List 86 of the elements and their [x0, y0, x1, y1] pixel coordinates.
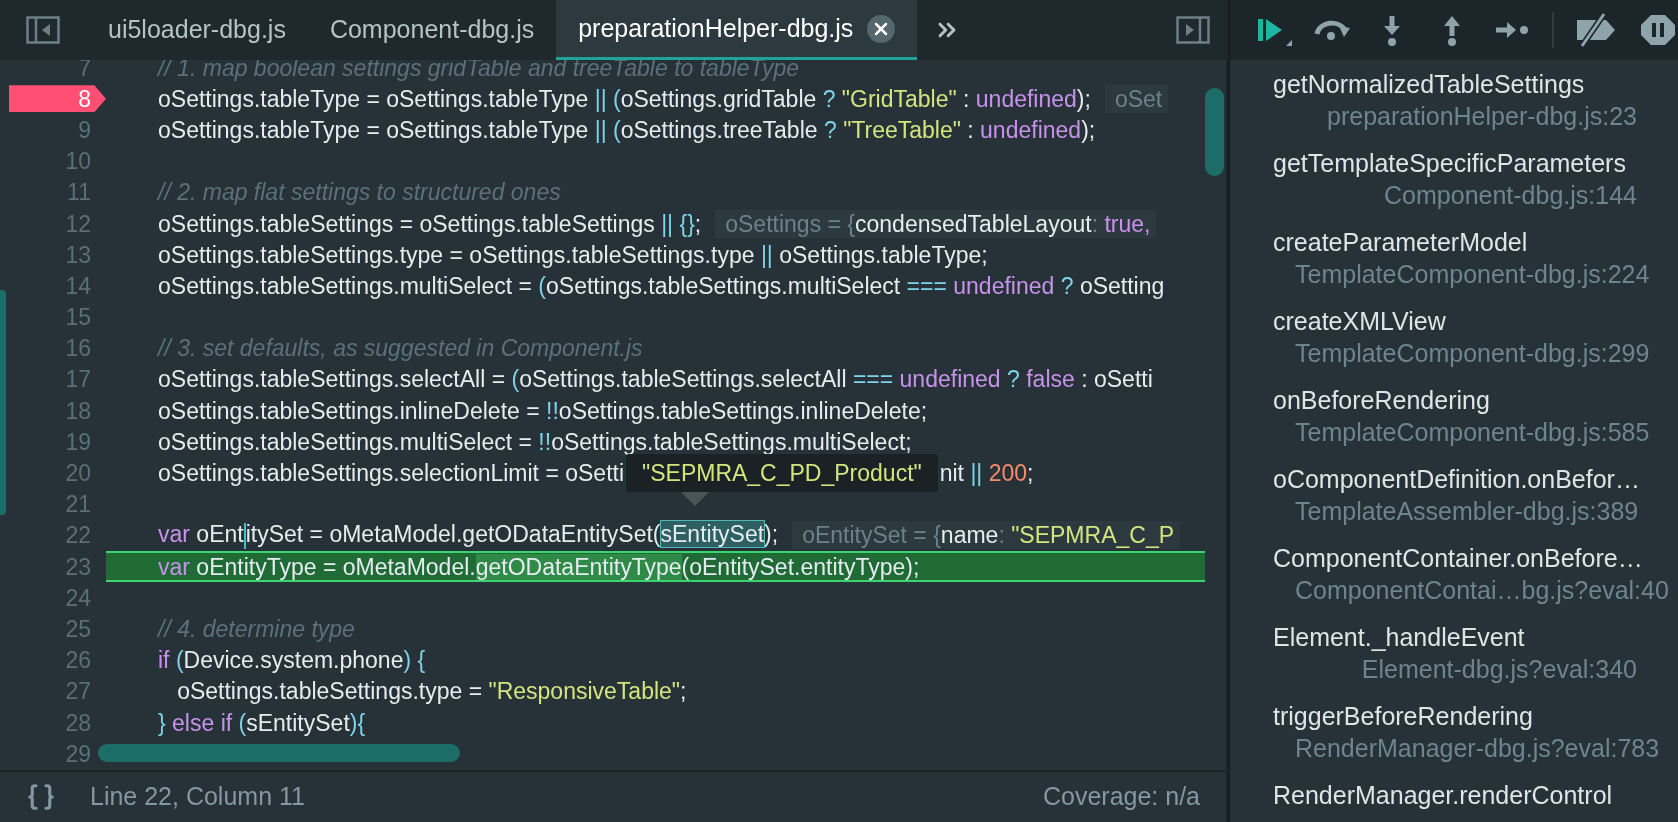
code-line: oSettings.tableSettings.multiSelect = (oSettings.tableSettings.multiSelect === undefined ? oSetting — [158, 272, 1165, 299]
code-line: // 3. set defaults, as suggested in Component.js — [158, 335, 643, 362]
code-line: oSettings.tableSettings.type = oSettings.tableSettings.type || oSettings.tableType; — [158, 241, 988, 268]
line-number: 13 — [65, 241, 92, 268]
line-number: 17 — [65, 366, 92, 393]
line-number: 20 — [65, 460, 92, 487]
panel-toggle-icon[interactable] — [26, 16, 60, 44]
code-line: nit || 200; — [939, 460, 1034, 487]
line-number: 16 — [65, 335, 92, 362]
pretty-print-icon[interactable] — [26, 782, 56, 812]
line-number: 27 — [65, 678, 92, 705]
frame-function: Element._handleEvent — [1273, 622, 1526, 653]
editor-tab[interactable]: ui5loader-dbg.js — [86, 0, 308, 60]
code-line: oSettings.tableSettings.selectAll = (oSettings.tableSettings.selectAll === undefined ? false : oSetti — [158, 366, 1153, 393]
code-line: // 4. determine type — [158, 615, 355, 642]
frame-function: getTemplateSpecificParameters — [1273, 148, 1627, 179]
code-line: if (Device.system.phone) { — [158, 647, 426, 674]
tooltip-text: "SEPMRA_C_PD_Product" — [642, 460, 922, 487]
code-line: oSettings.tableSettings.inlineDelete = !!oSettings.tableSettings.inlineDelete; — [158, 397, 928, 424]
frame-function: oComponentDefinition.onBefor… — [1273, 464, 1641, 495]
call-frame[interactable]: getNormalizedTableSettings preparationHelper-dbg.js:23 — [1230, 68, 1678, 147]
code-line: oSettings.tableSettings.selectionLimit = oSetti — [158, 460, 625, 487]
call-frame[interactable]: createParameterModel TemplateComponent-dbg.js:224 — [1230, 226, 1678, 305]
code-line: oSettings.tableType = oSettings.tableType || (oSettings.gridTable ? "GridTable" : undefined); — [158, 85, 1091, 112]
deactivate-breakpoints-icon[interactable] — [1574, 12, 1618, 48]
line-number: 7 — [78, 60, 92, 81]
code-line: oSettings.tableType = oSettings.tableType || (oSettings.treeTable ? "TreeTable" : undefined); — [158, 116, 1096, 143]
inline-value-hint: oSettings = {condensedTableLayout: true, — [715, 209, 1157, 238]
line-number: 12 — [65, 210, 92, 237]
frame-function: createParameterModel — [1273, 227, 1529, 258]
coverage-status: Coverage: n/a — [1042, 781, 1200, 813]
frame-location: Component-dbg.js:144 — [1384, 181, 1637, 209]
code-line: // 2. map flat settings to structured ones — [158, 179, 561, 206]
line-number: 10 — [65, 148, 92, 175]
frame-location: TemplateAssembler-dbg.js:389 — [1295, 497, 1639, 525]
code-line: oSettings.tableSettings = oSettings.tableSettings || {}; — [158, 210, 702, 237]
line-number: 14 — [65, 272, 92, 299]
editor-tab[interactable]: preparationHelper-dbg.js — [556, 0, 918, 60]
frame-function: RenderManager.renderControl — [1273, 780, 1614, 811]
inline-value-hint: oSet — [1104, 84, 1169, 113]
line-number: 22 — [65, 522, 92, 549]
call-frame[interactable]: triggerBeforeRendering RenderManager-dbg.js?eval:783 — [1230, 700, 1678, 779]
call-frame[interactable]: Element._handleEvent Element-dbg.js?eval:340 — [1230, 621, 1678, 700]
call-frame[interactable]: RenderManager.renderControl — [1230, 779, 1678, 822]
line-number: 18 — [65, 397, 92, 424]
scrollbar-thumb[interactable] — [1205, 88, 1224, 176]
call-frame[interactable]: oComponentDefinition.onBefor… TemplateAssembler-dbg.js:389 — [1230, 463, 1678, 542]
frame-location: ComponentContai…bg.js?eval:40 — [1295, 576, 1669, 604]
code-line: oSettings.tableSettings.type = "ResponsiveTable"; — [176, 678, 687, 705]
frame-location: TemplateComponent-dbg.js:224 — [1295, 260, 1650, 288]
line-number: 11 — [67, 179, 92, 206]
tooltip-pointer-icon — [681, 492, 710, 507]
line-number: 21 — [65, 491, 92, 518]
frame-location: TemplateComponent-dbg.js:585 — [1295, 418, 1650, 446]
call-frame[interactable]: createXMLView TemplateComponent-dbg.js:299 — [1230, 305, 1678, 384]
line-number: 23 — [65, 553, 92, 580]
frame-function: triggerBeforeRendering — [1273, 701, 1534, 732]
frame-function: onBeforeRendering — [1273, 385, 1491, 416]
line-number: 19 — [65, 428, 92, 455]
scrollbar-thumb[interactable] — [98, 744, 460, 762]
line-number: 28 — [65, 709, 92, 736]
pause-icon[interactable] — [1638, 12, 1678, 48]
line-number: 9 — [78, 116, 92, 143]
frame-location: preparationHelper-dbg.js:23 — [1327, 102, 1637, 130]
frame-location: TemplateComponent-dbg.js:299 — [1295, 339, 1650, 367]
frame-function: createXMLView — [1273, 306, 1447, 337]
frame-function: ComponentContainer.onBefore… — [1273, 543, 1644, 574]
editor-tab[interactable]: Component-dbg.js — [307, 0, 557, 60]
execution-line: var oEntityType = oMetaModel.getODataEntityType(oEntitySet.entityType); — [158, 553, 920, 580]
panel-toggle-icon[interactable] — [1176, 16, 1210, 44]
line-number: 24 — [65, 584, 92, 611]
frame-location: RenderManager-dbg.js?eval:783 — [1295, 734, 1660, 762]
frame-function: getNormalizedTableSettings — [1273, 69, 1586, 100]
close-button[interactable] — [867, 14, 896, 43]
line-number: 15 — [65, 304, 92, 331]
call-frame[interactable]: ComponentContainer.onBefore… ComponentContai…bg.js?eval:40 — [1230, 542, 1678, 621]
line-number: 29 — [65, 740, 92, 767]
inline-value-hint: oEntitySet = {name: "SEPMRA_C_P — [792, 521, 1181, 550]
code-line: } else if (sEntitySet){ — [158, 709, 366, 736]
cursor-position: Line 22, Column 11 — [90, 781, 305, 813]
code-line: oSettings.tableSettings.multiSelect = !!oSettings.tableSettings.multiSelect; — [158, 428, 912, 455]
line-number: 25 — [65, 615, 92, 642]
line-number: 26 — [65, 647, 92, 674]
frame-location: Element-dbg.js?eval:340 — [1361, 655, 1637, 683]
call-frame[interactable]: onBeforeRendering TemplateComponent-dbg.js:585 — [1230, 384, 1678, 463]
call-frame[interactable]: getTemplateSpecificParameters Component-dbg.js:144 — [1230, 147, 1678, 226]
